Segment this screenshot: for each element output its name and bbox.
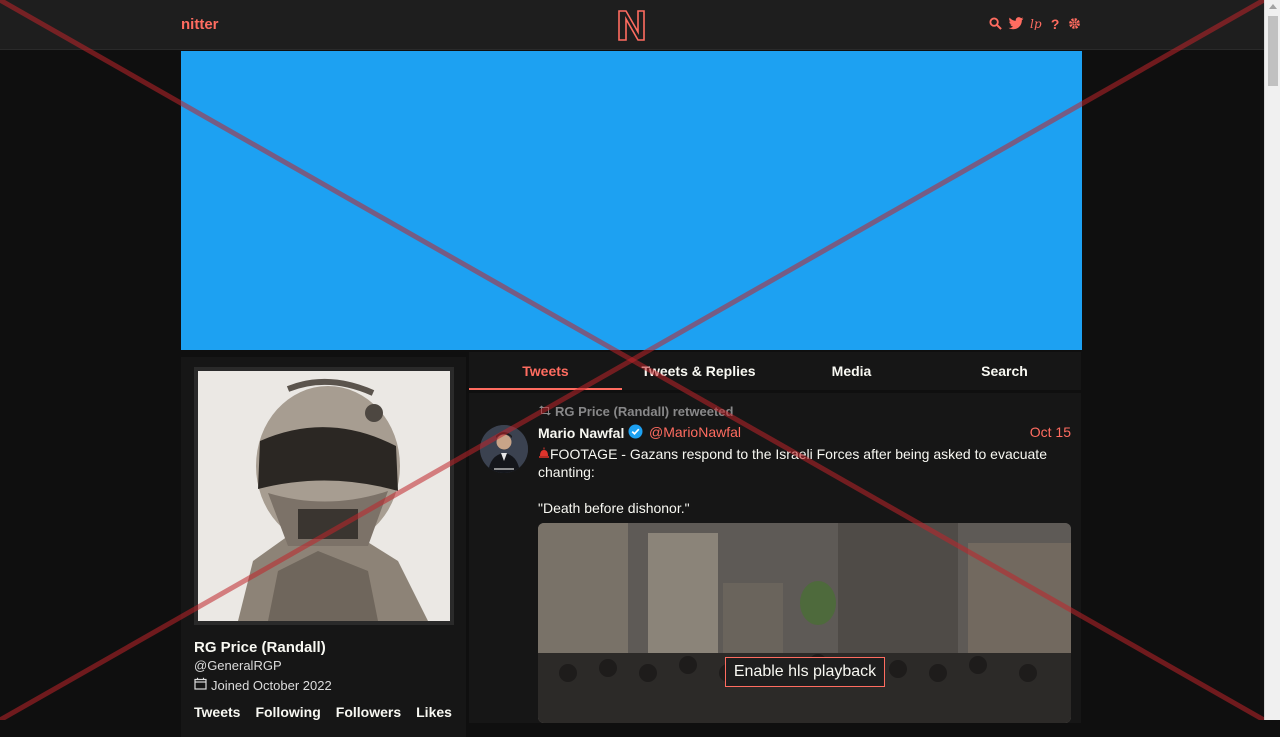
stat-following[interactable]: Following <box>255 704 320 720</box>
stat-tweets[interactable]: Tweets <box>194 704 240 720</box>
nav-brand-link[interactable]: nitter <box>181 16 219 33</box>
tab-media[interactable]: Media <box>775 352 928 390</box>
tweet-author-name[interactable]: Mario Nawfal <box>538 424 643 442</box>
retweet-icon <box>538 404 552 419</box>
tweet-author-handle[interactable]: @MarioNawfal <box>649 424 741 440</box>
profile-avatar[interactable] <box>198 371 450 621</box>
navbar: nitter lp ? <box>0 0 1264 50</box>
tweet-text-line: FOOTAGE - Gazans respond to the Israeli … <box>538 445 1068 481</box>
nitter-logo-icon[interactable] <box>616 8 648 42</box>
tab-tweets-replies[interactable]: Tweets & Replies <box>622 352 775 390</box>
tweet-video[interactable]: Enable hls playback <box>538 523 1071 723</box>
scroll-up-icon[interactable] <box>1269 4 1277 9</box>
tab-search[interactable]: Search <box>928 352 1081 390</box>
search-icon[interactable] <box>989 16 1002 31</box>
tab-tweets[interactable]: Tweets <box>469 352 622 390</box>
profile-avatar-frame[interactable] <box>194 367 454 625</box>
timeline-tabs: Tweets Tweets & Replies Media Search <box>469 352 1081 390</box>
tweet-text-part-1: FOOTAGE - Gazans respond to the Israeli … <box>538 446 1047 480</box>
retweet-label[interactable]: RG Price (Randall) retweeted <box>555 404 733 419</box>
tweet-item[interactable]: RG Price (Randall) retweeted Mario Nawfa… <box>469 393 1081 723</box>
tweet-date[interactable]: Oct 15 <box>1030 424 1071 440</box>
tweet-text-quote: "Death before dishonor." <box>538 500 690 516</box>
twitter-icon[interactable] <box>1008 16 1024 31</box>
svg-text:?: ? <box>1051 17 1060 30</box>
verified-icon <box>628 424 643 442</box>
author-name-text[interactable]: Mario Nawfal <box>538 425 624 441</box>
stat-followers[interactable]: Followers <box>336 704 401 720</box>
help-icon[interactable]: ? <box>1049 16 1062 31</box>
rss-icon[interactable]: lp <box>1030 16 1043 31</box>
siren-icon <box>538 446 550 462</box>
enable-hls-button[interactable]: Enable hls playback <box>725 657 885 687</box>
profile-banner[interactable] <box>181 51 1082 350</box>
profile-stats: Tweets Following Followers Likes <box>194 704 452 720</box>
calendar-icon <box>194 677 207 693</box>
profile-handle[interactable]: @GeneralRGP <box>194 658 282 673</box>
joined-date: Joined October 2022 <box>211 677 332 693</box>
tweet-author-avatar[interactable] <box>480 425 528 473</box>
scroll-thumb[interactable] <box>1268 16 1278 86</box>
nav-icons: lp ? <box>989 16 1081 31</box>
profile-card: RG Price (Randall) @GeneralRGP Joined Oc… <box>181 357 466 737</box>
retweet-header: RG Price (Randall) retweeted <box>538 404 733 419</box>
page-scrollbar[interactable] <box>1264 0 1280 720</box>
profile-joined: Joined October 2022 <box>194 677 332 693</box>
svg-text:lp: lp <box>1030 17 1042 30</box>
gear-icon[interactable] <box>1068 16 1081 31</box>
profile-name[interactable]: RG Price (Randall) <box>194 639 326 656</box>
tweet-content: FOOTAGE - Gazans respond to the Israeli … <box>538 445 1068 535</box>
stat-likes[interactable]: Likes <box>416 704 452 720</box>
